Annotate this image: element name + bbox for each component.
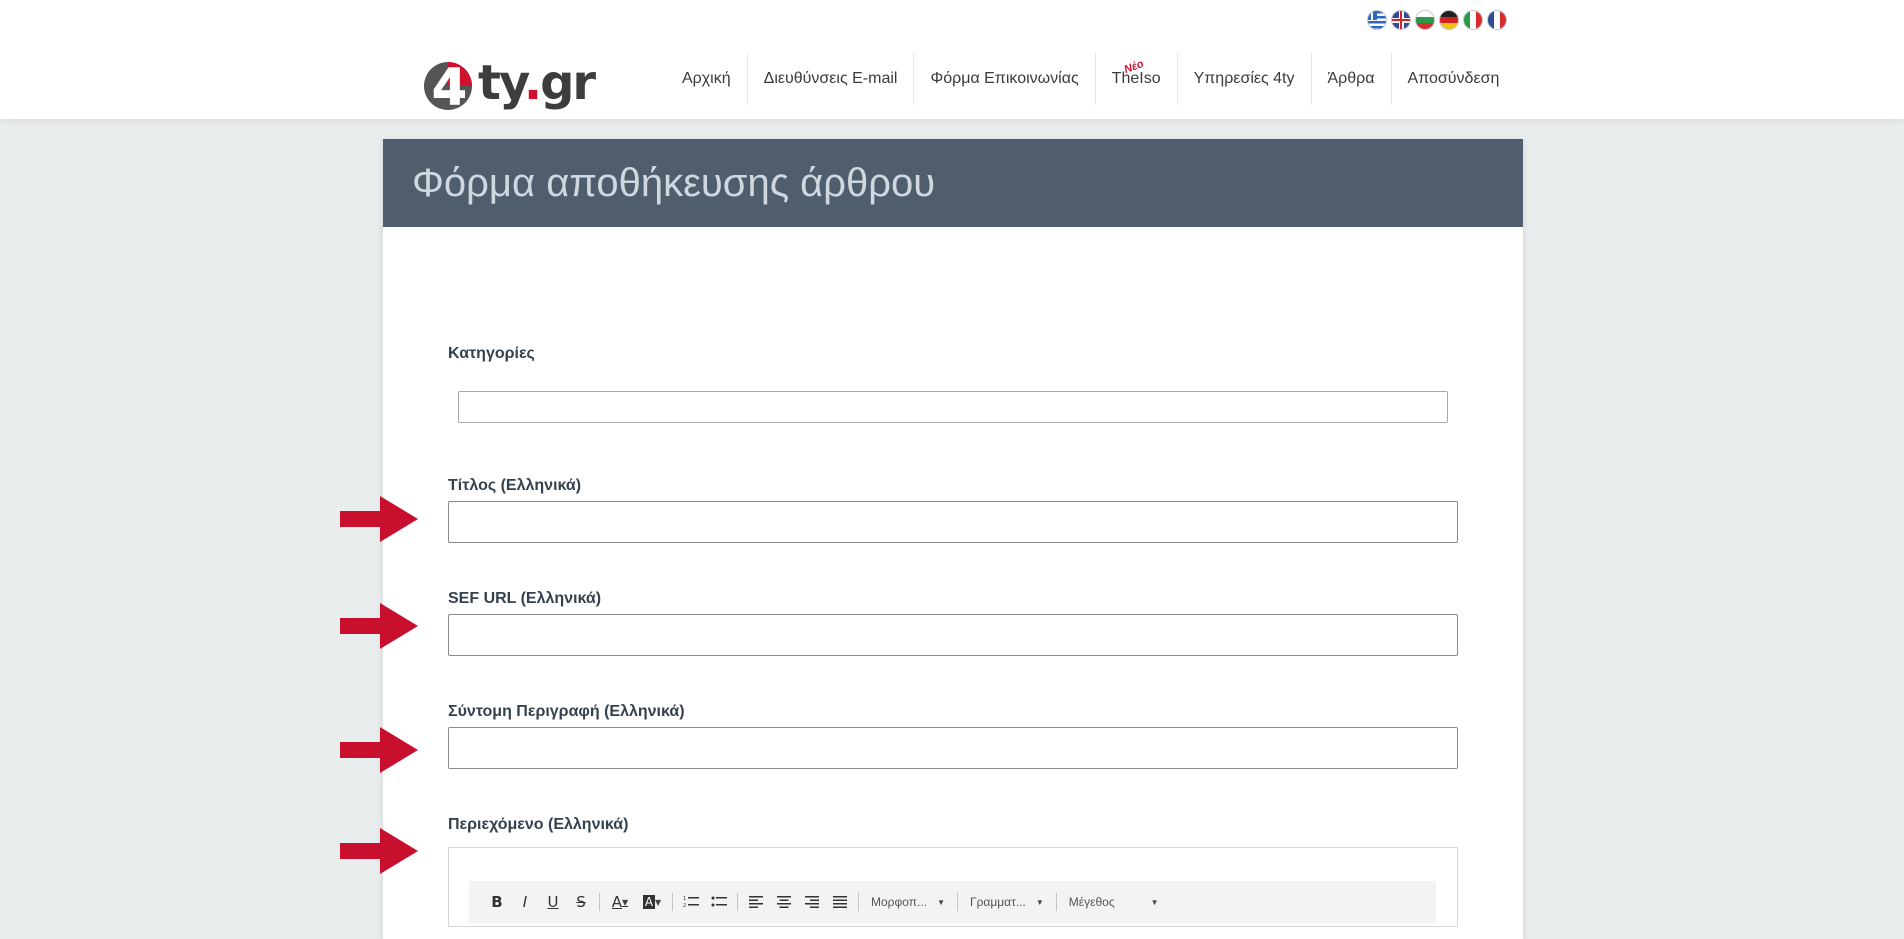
nav-item-contact-form[interactable]: Φόρμα Επικοινωνίας (913, 53, 1094, 105)
logo-text: ty.gr (478, 55, 596, 111)
nav-item-logout[interactable]: Αποσύνδεση (1390, 53, 1516, 105)
arrow-right-icon (340, 727, 418, 773)
chevron-down-icon: ▼ (622, 897, 629, 907)
align-right-icon[interactable] (798, 888, 826, 916)
chevron-down-icon: ▼ (1035, 897, 1044, 907)
title-input[interactable] (448, 501, 1458, 543)
italian-flag-icon[interactable] (1463, 10, 1483, 30)
toolbar-divider (1055, 893, 1057, 911)
sef-url-input[interactable] (448, 614, 1458, 656)
arrow-right-icon (340, 496, 418, 542)
language-selector (1367, 10, 1507, 30)
align-justify-icon[interactable] (826, 888, 854, 916)
toolbar-divider (737, 893, 738, 911)
underline-button[interactable]: U (539, 888, 567, 916)
english-flag-icon[interactable] (1391, 10, 1411, 30)
toolbar-divider (599, 893, 600, 911)
chevron-down-icon: ▼ (1150, 897, 1159, 907)
title-label: Τίτλος (Ελληνικά) (448, 477, 582, 494)
svg-text:4: 4 (432, 58, 467, 114)
toolbar-divider (858, 893, 859, 911)
main-nav: Αρχική Διευθύνσεις E-mail Φόρμα Επικοινω… (666, 53, 1515, 105)
arrow-right-icon (340, 828, 418, 874)
greek-flag-icon[interactable] (1367, 10, 1387, 30)
bullet-list-icon[interactable] (705, 888, 733, 916)
categories-label: Κατηγορίες (448, 345, 535, 362)
nav-item-articles[interactable]: Άρθρα (1310, 53, 1391, 105)
nav-item-home[interactable]: Αρχική (666, 53, 747, 105)
french-flag-icon[interactable] (1487, 10, 1507, 30)
bulgarian-flag-icon[interactable] (1415, 10, 1435, 30)
align-left-icon[interactable] (742, 888, 770, 916)
chevron-down-icon: ▼ (655, 897, 662, 907)
page-title: Φόρμα αποθήκευσης άρθρου (412, 160, 936, 205)
strikethrough-button[interactable]: S (567, 888, 595, 916)
short-description-label: Σύντομη Περιγραφή (Ελληνικά) (448, 703, 685, 720)
content-editor[interactable]: B I U S A ▼ A ▼ 12 Μορφοπ... ▼ Γραμματ..… (448, 847, 1458, 927)
size-select[interactable]: Μέγεθος ▼ (1061, 888, 1167, 916)
background-color-button[interactable]: A ▼ (636, 888, 668, 916)
nav-item-theiso[interactable]: TheIso Νέο (1094, 53, 1177, 105)
numbered-list-icon[interactable]: 12 (677, 888, 705, 916)
toolbar-divider (956, 893, 958, 911)
text-color-button[interactable]: A ▼ (604, 888, 636, 916)
align-center-icon[interactable] (770, 888, 798, 916)
svg-text:1: 1 (683, 896, 686, 902)
toolbar-divider (672, 893, 673, 911)
logo-mark-icon: 4 (424, 58, 472, 114)
nav-item-email-addresses[interactable]: Διευθύνσεις E-mail (746, 53, 914, 105)
german-flag-icon[interactable] (1439, 10, 1459, 30)
chevron-down-icon: ▼ (937, 897, 945, 907)
content-label: Περιεχόμενο (Ελληνικά) (448, 816, 629, 833)
bold-button[interactable]: B (483, 888, 511, 916)
format-select[interactable]: Μορφοπ... ▼ (863, 888, 953, 916)
form-header: Φόρμα αποθήκευσης άρθρου (383, 139, 1523, 227)
categories-input[interactable] (458, 391, 1448, 423)
arrow-right-icon (340, 603, 418, 649)
site-logo[interactable]: 4 ty.gr (420, 52, 596, 114)
nav-item-services[interactable]: Υπηρεσίες 4ty (1176, 53, 1311, 105)
svg-text:2: 2 (683, 903, 686, 909)
site-header: 4 ty.gr Αρχική Διευθύνσεις E-mail Φόρμα … (0, 0, 1904, 119)
italic-button[interactable]: I (511, 888, 539, 916)
sef-url-label: SEF URL (Ελληνικά) (448, 590, 602, 607)
short-description-input[interactable] (448, 727, 1458, 769)
font-select[interactable]: Γραμματ... ▼ (962, 888, 1052, 916)
